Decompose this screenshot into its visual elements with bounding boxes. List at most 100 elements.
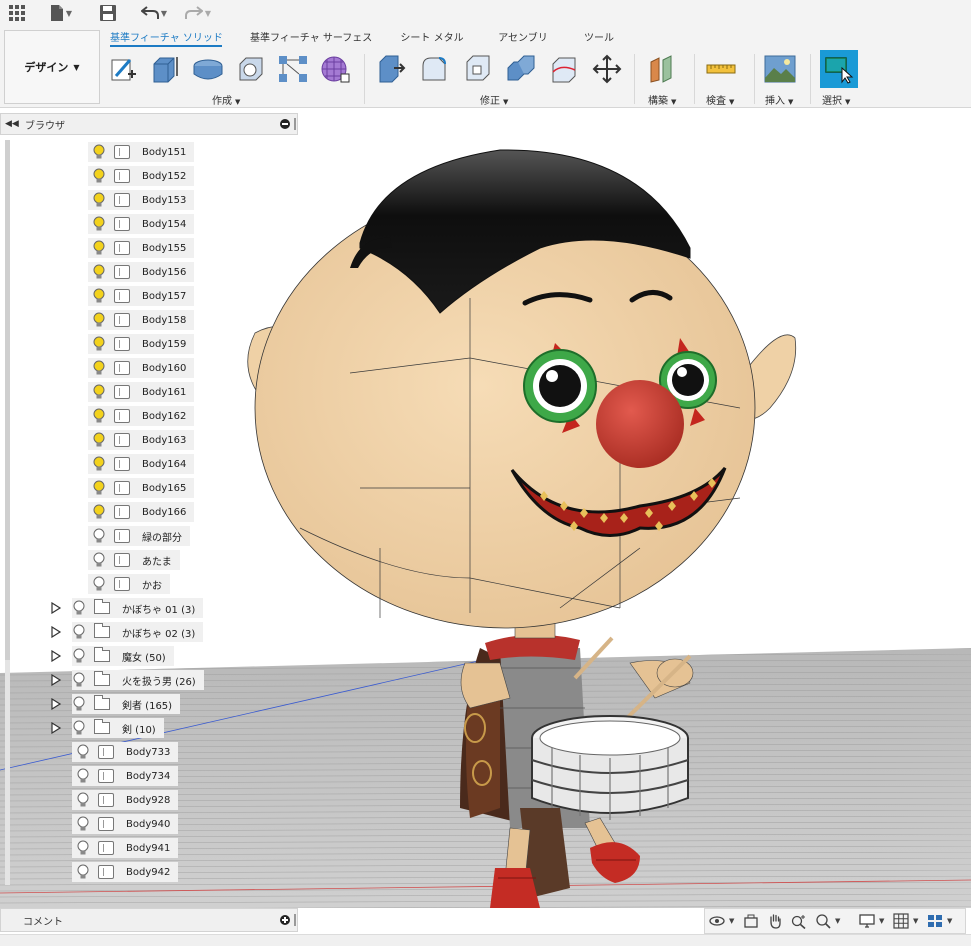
tree-body-row[interactable]: Body164 (88, 454, 195, 474)
undo-button[interactable]: ▼ (138, 3, 170, 23)
visibility-bulb-icon[interactable] (72, 720, 86, 736)
chevron-down-icon[interactable]: ▼ (835, 917, 845, 925)
construct-plane-button[interactable] (645, 52, 679, 86)
move-button[interactable] (590, 52, 624, 86)
visibility-bulb-icon[interactable] (76, 744, 90, 760)
group-inspect[interactable]: 検査 ▼ (706, 92, 734, 107)
group-insert[interactable]: 挿入 ▼ (765, 92, 793, 107)
chevron-down-icon[interactable]: ▼ (729, 917, 739, 925)
visibility-bulb-icon[interactable] (72, 696, 86, 712)
pan-hand-icon[interactable] (763, 911, 787, 931)
visibility-bulb-icon[interactable] (92, 576, 106, 592)
tree-body-row[interactable]: Body156 (88, 262, 195, 282)
visibility-bulb-icon[interactable] (76, 864, 90, 880)
visibility-bulb-icon[interactable] (92, 384, 106, 400)
visibility-bulb-icon[interactable] (92, 288, 106, 304)
expand-arrow-icon[interactable] (50, 722, 62, 734)
group-modify[interactable]: 修正 ▼ (480, 92, 508, 107)
redo-button[interactable]: ▼ (182, 3, 214, 23)
visibility-bulb-icon[interactable] (72, 672, 86, 688)
workspace-switcher[interactable]: デザイン ▼ (4, 30, 100, 104)
tree-scrollbar[interactable] (5, 140, 10, 885)
file-menu-button[interactable]: ▼ (46, 3, 76, 23)
visibility-bulb-icon[interactable] (92, 264, 106, 280)
viewports-icon[interactable] (923, 911, 947, 931)
visibility-bulb-icon[interactable] (92, 312, 106, 328)
tree-body-row[interactable]: 緑の部分 (88, 526, 190, 546)
tree-body-row[interactable]: Body733 (50, 742, 179, 762)
create-sketch-button[interactable] (106, 52, 140, 86)
tree-folder-row[interactable]: 剣者 (165) (50, 694, 181, 714)
visibility-bulb-icon[interactable] (76, 768, 90, 784)
tree-body-row[interactable]: Body162 (88, 406, 195, 426)
tree-body-row[interactable]: Body158 (88, 310, 195, 330)
combine-button[interactable] (504, 52, 538, 86)
tab-tools[interactable]: ツール (580, 29, 618, 47)
visibility-bulb-icon[interactable] (92, 504, 106, 520)
visibility-bulb-icon[interactable] (92, 336, 106, 352)
insert-canvas-button[interactable] (763, 52, 797, 86)
visibility-bulb-icon[interactable] (92, 240, 106, 256)
visibility-bulb-icon[interactable] (76, 816, 90, 832)
visibility-bulb-icon[interactable] (92, 360, 106, 376)
revolve-button[interactable] (191, 52, 225, 86)
visibility-bulb-icon[interactable] (72, 624, 86, 640)
chevron-down-icon[interactable]: ▼ (947, 917, 957, 925)
tree-body-row[interactable]: Body942 (50, 862, 179, 882)
visibility-bulb-icon[interactable] (92, 144, 106, 160)
visibility-bulb-icon[interactable] (92, 408, 106, 424)
grid-settings-icon[interactable] (889, 911, 913, 931)
visibility-bulb-icon[interactable] (92, 528, 106, 544)
panel-grip-icon[interactable] (294, 914, 296, 926)
tree-body-row[interactable]: Body153 (88, 190, 195, 210)
minimize-panel-icon[interactable] (280, 119, 290, 129)
visibility-bulb-icon[interactable] (92, 432, 106, 448)
tab-solid[interactable]: 基準フィーチャ ソリッド (110, 29, 223, 47)
tree-body-row[interactable]: Body151 (88, 142, 195, 162)
expand-arrow-icon[interactable] (50, 626, 62, 638)
visibility-bulb-icon[interactable] (92, 552, 106, 568)
look-at-icon[interactable] (739, 911, 763, 931)
visibility-bulb-icon[interactable] (76, 792, 90, 808)
expand-arrow-icon[interactable] (50, 650, 62, 662)
tree-body-row[interactable]: Body165 (88, 478, 195, 498)
form-button[interactable] (318, 52, 352, 86)
tree-folder-row[interactable]: 剣 (10) (50, 718, 164, 738)
tree-body-row[interactable]: Body160 (88, 358, 195, 378)
visibility-bulb-icon[interactable] (72, 600, 86, 616)
visibility-bulb-icon[interactable] (76, 840, 90, 856)
measure-button[interactable] (704, 52, 738, 86)
tab-sheet-metal[interactable]: シート メタル (396, 29, 468, 47)
tree-body-row[interactable]: あたま (88, 550, 180, 570)
tree-body-row[interactable]: Body940 (50, 814, 179, 834)
fit-zoom-icon[interactable] (811, 911, 835, 931)
apps-grid-icon[interactable] (6, 3, 28, 23)
tree-body-row[interactable]: Body152 (88, 166, 195, 186)
visibility-bulb-icon[interactable] (92, 192, 106, 208)
save-button[interactable] (98, 3, 118, 23)
group-construct[interactable]: 構築 ▼ (648, 92, 676, 107)
visibility-bulb-icon[interactable] (92, 456, 106, 472)
tab-surface[interactable]: 基準フィーチャ サーフェス (250, 29, 372, 47)
expand-arrow-icon[interactable] (50, 698, 62, 710)
visibility-bulb-icon[interactable] (92, 216, 106, 232)
tree-folder-row[interactable]: かぼちゃ 02 (3) (50, 622, 204, 642)
expand-arrow-icon[interactable] (50, 602, 62, 614)
scrollbar-thumb[interactable] (5, 140, 10, 660)
tree-body-row[interactable]: Body155 (88, 238, 195, 258)
expand-arrow-icon[interactable] (50, 674, 62, 686)
extrude-button[interactable] (148, 52, 182, 86)
replace-face-button[interactable] (547, 52, 581, 86)
hole-button[interactable] (234, 52, 268, 86)
pattern-button[interactable] (276, 52, 310, 86)
tree-folder-row[interactable]: 魔女 (50) (50, 646, 174, 666)
panel-grip-icon[interactable] (294, 118, 296, 130)
tree-body-row[interactable]: Body154 (88, 214, 195, 234)
tree-folder-row[interactable]: 火を扱う男 (26) (50, 670, 204, 690)
visibility-bulb-icon[interactable] (72, 648, 86, 664)
group-create[interactable]: 作成 ▼ (212, 92, 240, 107)
tree-body-row[interactable]: Body161 (88, 382, 195, 402)
collapse-panel-icon[interactable]: ◀◀ (5, 119, 21, 129)
orbit-icon[interactable] (705, 911, 729, 931)
tree-body-row[interactable]: かお (88, 574, 170, 594)
